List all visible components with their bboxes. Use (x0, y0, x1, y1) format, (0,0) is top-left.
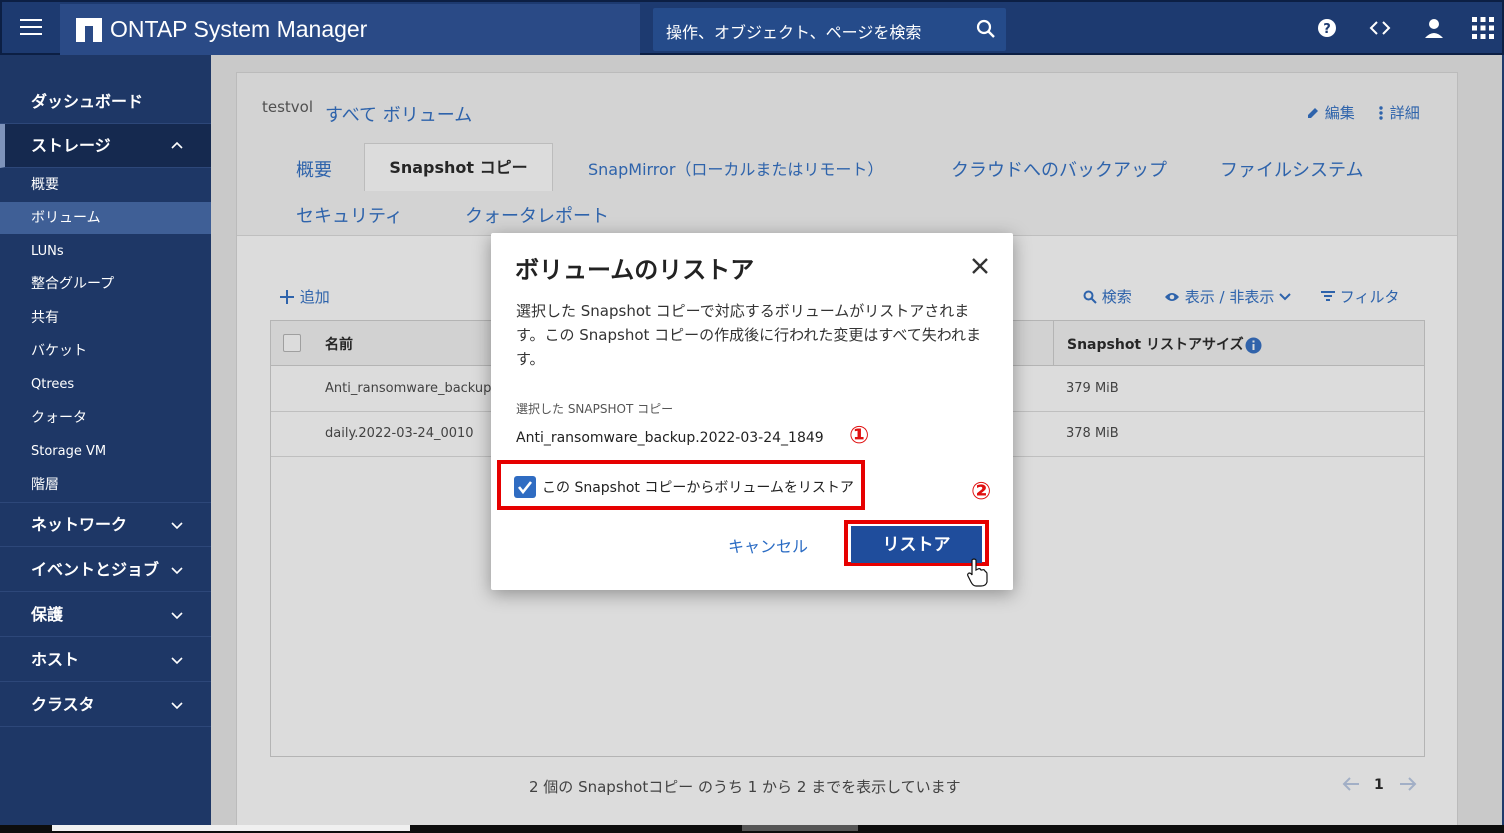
step-marker-2: ② (971, 477, 992, 505)
sidebar-item-storage-vm[interactable]: Storage VM (0, 436, 211, 468)
code-icon[interactable] (1368, 16, 1392, 40)
sidebar-item-protection[interactable]: 保護 (0, 593, 211, 637)
dialog-title: ボリュームのリストア (515, 256, 755, 284)
help-icon[interactable]: ? (1315, 16, 1339, 40)
restore-confirm-checkbox[interactable] (514, 476, 536, 498)
selected-snapshot-label: 選択した SNAPSHOT コピー (516, 402, 674, 416)
brand-area: ONTAP System Manager (60, 4, 640, 55)
user-icon[interactable] (1422, 16, 1446, 40)
cancel-button[interactable]: キャンセル (728, 533, 808, 557)
close-icon[interactable] (969, 255, 991, 277)
restore-button[interactable]: リストア (851, 526, 982, 563)
dialog-description: 選択した Snapshot コピーで対応するボリュームがリストアされます。この … (516, 302, 982, 368)
sidebar-item-label: クラスタ (31, 695, 95, 714)
sidebar-item-volumes[interactable]: ボリューム (0, 202, 211, 234)
chevron-down-icon (171, 567, 183, 575)
horizontal-scrollbar[interactable] (52, 825, 410, 831)
selected-snapshot-value: Anti_ransomware_backup.2022-03-24_1849 (516, 430, 824, 446)
top-bar: ONTAP System Manager 操作、オブジェクト、ページを検索 ? (0, 0, 1504, 55)
chevron-down-icon (171, 657, 183, 665)
chevron-down-icon (171, 612, 183, 620)
sidebar-item-tiers[interactable]: 階層 (0, 469, 211, 503)
global-search[interactable]: 操作、オブジェクト、ページを検索 (653, 8, 1006, 51)
sidebar-item-label: イベントとジョブ (31, 560, 160, 579)
sidebar-item-consistency-groups[interactable]: 整合グループ (0, 268, 211, 300)
menu-icon[interactable] (20, 19, 42, 37)
sidebar-item-quotas[interactable]: クォータ (0, 402, 211, 434)
hand-cursor-icon (967, 558, 988, 587)
search-placeholder: 操作、オブジェクト、ページを検索 (666, 23, 922, 42)
apps-grid-icon[interactable] (1471, 16, 1495, 40)
sidebar-item-dashboard[interactable]: ダッシュボード (0, 80, 211, 124)
step-marker-1: ① (849, 421, 870, 449)
sidebar-item-label: 保護 (31, 605, 64, 624)
sidebar-item-buckets[interactable]: バケット (0, 335, 211, 367)
sidebar-item-hosts[interactable]: ホスト (0, 638, 211, 682)
sidebar-item-network[interactable]: ネットワーク (0, 503, 211, 547)
sidebar-item-shares[interactable]: 共有 (0, 302, 211, 334)
chevron-down-icon (171, 702, 183, 710)
sidebar-item-cluster[interactable]: クラスタ (0, 683, 211, 727)
search-icon[interactable] (976, 19, 996, 39)
sidebar-item-label: ストレージ (31, 136, 111, 155)
sidebar-item-qtrees[interactable]: Qtrees (0, 369, 211, 401)
netapp-logo-icon (76, 18, 102, 42)
horizontal-scrollbar-secondary[interactable] (742, 825, 858, 831)
sidebar-item-events-jobs[interactable]: イベントとジョブ (0, 548, 211, 592)
sidebar-item-storage[interactable]: ストレージ (0, 124, 211, 168)
restore-volume-dialog: ボリュームのリストア 選択した Snapshot コピーで対応するボリュームがリ… (491, 233, 1013, 590)
chevron-down-icon (171, 522, 183, 530)
sidebar-item-label: ネットワーク (31, 515, 128, 534)
sidebar-item-luns[interactable]: LUNs (0, 236, 211, 268)
restore-confirm-label[interactable]: この Snapshot コピーからボリュームをリストア (542, 477, 854, 497)
svg-text:?: ? (1323, 22, 1331, 37)
sidebar-item-label: ホスト (31, 650, 80, 669)
chevron-up-icon (171, 141, 183, 149)
sidebar-item-overview[interactable]: 概要 (0, 169, 211, 201)
checkmark-icon (517, 481, 533, 495)
app-title: ONTAP System Manager (110, 16, 368, 42)
